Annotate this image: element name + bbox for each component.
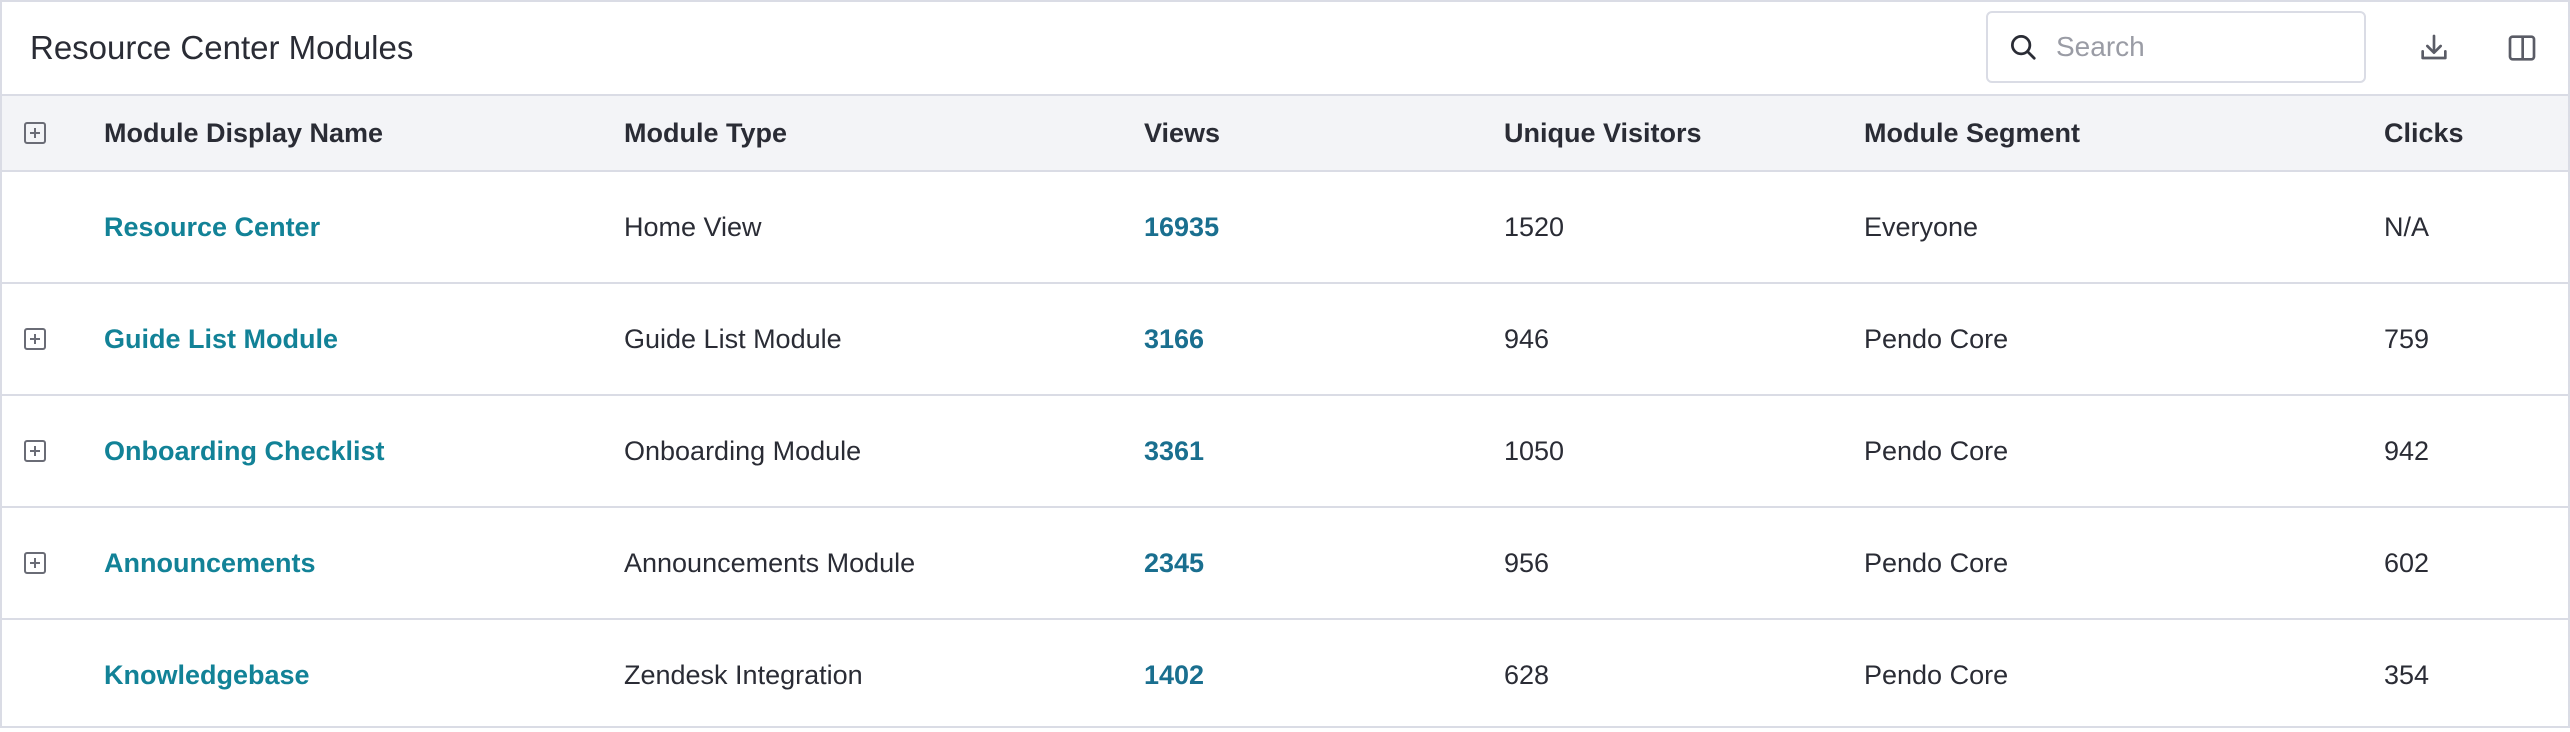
module-type: Announcements Module — [624, 548, 916, 578]
module-name-link[interactable]: Resource Center — [104, 172, 320, 282]
expand-icon — [24, 328, 46, 350]
expand-icon — [24, 440, 46, 462]
columns-toggle-button[interactable] — [2500, 26, 2544, 70]
module-segment: Pendo Core — [1864, 548, 2009, 578]
module-name-link[interactable]: Knowledgebase — [104, 620, 310, 730]
unique-visitors: 1050 — [1504, 436, 1565, 466]
column-header-module-type[interactable]: Module Type — [624, 96, 787, 170]
expand-all-icon — [24, 122, 46, 144]
table-row: Knowledgebase Zendesk Integration 1402 6… — [2, 620, 2568, 732]
clicks: 354 — [2384, 660, 2430, 690]
table-row: Announcements Announcements Module 2345 … — [2, 508, 2568, 620]
columns-icon — [2508, 35, 2536, 61]
clicks: N/A — [2384, 212, 2430, 242]
panel-header: Resource Center Modules — [2, 2, 2568, 96]
search-input[interactable] — [2056, 31, 2336, 63]
module-name-link[interactable]: Guide List Module — [104, 284, 338, 394]
module-segment: Pendo Core — [1864, 436, 2009, 466]
download-icon — [2421, 34, 2447, 60]
module-type: Guide List Module — [624, 324, 842, 354]
unique-visitors: 1520 — [1504, 212, 1565, 242]
search-box[interactable] — [1986, 11, 2366, 83]
table-row: Onboarding Checklist Onboarding Module 3… — [2, 396, 2568, 508]
column-header-views[interactable]: Views — [1144, 96, 1220, 170]
column-header-module-display-name[interactable]: Module Display Name — [104, 96, 383, 170]
table-header-row: Module Display Name Module Type Views Un… — [2, 96, 2568, 172]
download-button[interactable] — [2412, 26, 2456, 70]
search-icon — [2011, 35, 2036, 60]
module-type: Home View — [624, 212, 762, 242]
row-expand-toggle[interactable] — [22, 550, 48, 576]
views-link[interactable]: 2345 — [1144, 508, 1204, 618]
views-link[interactable]: 1402 — [1144, 620, 1204, 730]
row-expand-toggle[interactable] — [22, 326, 48, 352]
module-segment: Pendo Core — [1864, 324, 2009, 354]
resource-center-modules-panel: Resource Center Modules Search Module Di… — [0, 0, 2570, 728]
table-row: Guide List Module Guide List Module 3166… — [2, 284, 2568, 396]
expand-icon — [24, 552, 46, 574]
unique-visitors: 956 — [1504, 548, 1550, 578]
views-link[interactable]: 3166 — [1144, 284, 1204, 394]
row-expand-toggle[interactable] — [22, 438, 48, 464]
views-link[interactable]: 16935 — [1144, 172, 1219, 282]
expand-all-toggle[interactable] — [22, 120, 48, 146]
column-header-clicks[interactable]: Clicks — [2384, 96, 2464, 170]
clicks: 942 — [2384, 436, 2430, 466]
column-header-module-segment[interactable]: Module Segment — [1864, 96, 2080, 170]
page-title: Resource Center Modules — [30, 29, 414, 66]
module-name-link[interactable]: Announcements — [104, 508, 316, 618]
module-segment: Everyone — [1864, 212, 1979, 242]
module-type: Zendesk Integration — [624, 660, 863, 690]
unique-visitors: 946 — [1504, 324, 1550, 354]
clicks: 759 — [2384, 324, 2430, 354]
module-name-link[interactable]: Onboarding Checklist — [104, 396, 385, 506]
column-header-unique-visitors[interactable]: Unique Visitors — [1504, 96, 1702, 170]
unique-visitors: 628 — [1504, 660, 1550, 690]
module-type: Onboarding Module — [624, 436, 862, 466]
views-link[interactable]: 3361 — [1144, 396, 1204, 506]
module-segment: Pendo Core — [1864, 660, 2009, 690]
clicks: 602 — [2384, 548, 2430, 578]
table-row: Resource Center Home View 16935 1520 Eve… — [2, 172, 2568, 284]
